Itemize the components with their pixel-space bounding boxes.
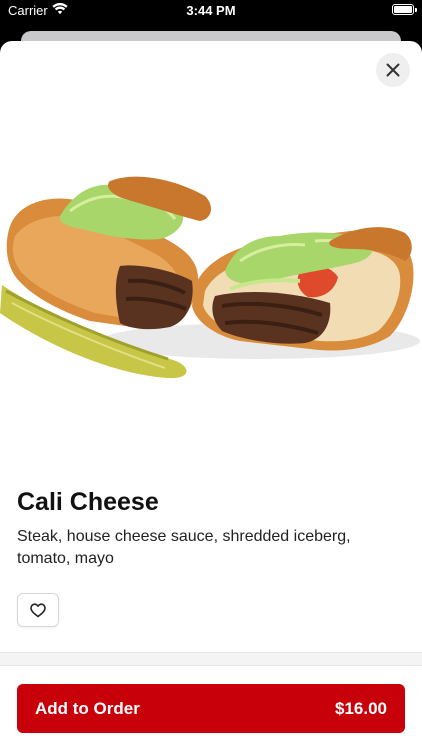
add-to-order-label: Add to Order xyxy=(35,698,140,718)
status-bar: Carrier 3:44 PM xyxy=(0,0,422,22)
heart-outline-icon xyxy=(30,602,46,617)
price-label: $16.00 xyxy=(335,698,387,718)
item-description: Steak, house cheese sauce, shredded iceb… xyxy=(17,528,351,567)
close-icon xyxy=(386,63,400,77)
battery-icon xyxy=(392,4,417,15)
section-divider xyxy=(0,652,422,666)
add-to-order-button[interactable]: Add to Order $16.00 xyxy=(17,684,405,733)
favorite-button[interactable] xyxy=(17,593,59,627)
status-time: 3:44 PM xyxy=(186,3,236,18)
battery-level xyxy=(394,6,412,13)
item-title: Cali Cheese xyxy=(17,488,159,516)
item-detail-sheet: Cali Cheese Steak, house cheese sauce, s… xyxy=(0,41,422,750)
item-image xyxy=(0,41,422,461)
close-button[interactable] xyxy=(376,53,410,87)
